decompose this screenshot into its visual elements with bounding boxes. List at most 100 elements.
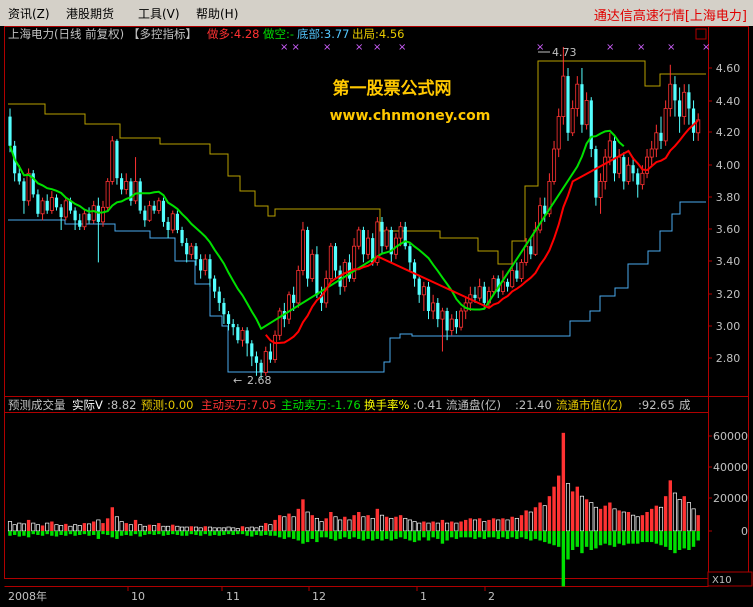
volume-bar <box>612 508 617 532</box>
sell-volume-bar <box>445 531 449 541</box>
sell-volume-bar <box>584 531 589 547</box>
volume-bar <box>77 525 82 532</box>
sell-volume-bar <box>324 531 328 538</box>
sell-volume-bar <box>152 531 156 535</box>
price-tick: 3.00 <box>716 320 741 333</box>
candle-body <box>96 205 100 222</box>
volume-bar <box>82 523 87 531</box>
candle-body <box>328 245 333 279</box>
volume-bar <box>464 519 468 531</box>
sell-volume-bar <box>380 531 384 541</box>
volume-bar <box>491 518 496 531</box>
sell-volume-bar <box>54 531 59 537</box>
volume-bar <box>654 505 659 531</box>
volume-bar <box>92 521 96 531</box>
float-shares-label: 流通盘(亿) <box>446 398 501 412</box>
candle-body <box>286 294 291 320</box>
exit-marker: × × <box>280 42 300 53</box>
sell-volume-bar <box>259 531 263 536</box>
long-value: 做多:4.28 <box>207 27 259 41</box>
sell-volume-bar <box>222 531 226 535</box>
candle-body <box>115 140 119 179</box>
volume-bar <box>547 496 552 531</box>
sell-volume-bar <box>138 531 142 537</box>
sell-volume-bar <box>157 531 161 535</box>
sell-volume-bar <box>278 531 282 538</box>
candle-body <box>622 157 626 182</box>
volume-bar <box>403 517 408 532</box>
sell-volume-bar <box>254 531 259 535</box>
volume-bar <box>640 515 645 531</box>
candle-body <box>594 149 598 198</box>
candle-body <box>152 205 156 211</box>
volume-bar <box>343 516 347 531</box>
volume-bar <box>357 512 361 531</box>
sell-volume-bar <box>412 531 417 543</box>
sell-volume-bar <box>464 531 468 538</box>
candle-body <box>250 343 254 357</box>
volume-bar <box>347 519 352 532</box>
candle-body <box>673 84 677 101</box>
volume-bar <box>264 523 268 531</box>
indicator-name[interactable]: 【多控指标】 <box>128 27 197 41</box>
sell-volume-bar <box>403 531 407 539</box>
volume-bar <box>157 523 161 531</box>
candle-body <box>22 181 26 201</box>
candle-body <box>213 278 217 292</box>
volume-bar <box>314 517 319 532</box>
candle-body <box>421 286 426 296</box>
sell-volume-bar <box>473 531 477 539</box>
volume-bar <box>324 518 328 531</box>
sell-volume-bar <box>82 531 87 535</box>
sell-volume-bar <box>557 531 561 547</box>
sell-volume-bar <box>375 531 380 539</box>
candle <box>589 97 593 158</box>
volume-bar <box>254 527 259 532</box>
candle-body <box>678 100 682 117</box>
volume-bar <box>152 525 157 532</box>
candle-body <box>473 294 477 299</box>
candle-body <box>110 140 115 182</box>
volume-bar <box>96 519 101 532</box>
volume-bar <box>305 511 310 532</box>
menu-tools[interactable]: 工具(V) <box>138 5 180 22</box>
sell-volume-bar <box>236 531 240 535</box>
candle-body <box>529 246 533 255</box>
volume-bar <box>557 475 561 531</box>
candle-body <box>120 178 124 190</box>
menu-hk-futures[interactable]: 港股期货 <box>66 5 114 22</box>
volume-bar <box>45 522 50 532</box>
candle <box>170 210 175 234</box>
candle-body <box>440 310 445 320</box>
sell-volume-bar <box>426 531 431 541</box>
sell-volume-bar <box>529 531 533 541</box>
candle <box>63 197 68 221</box>
sell-volume-bar <box>468 531 473 538</box>
candle-body <box>543 205 547 214</box>
volume-bar <box>431 521 435 531</box>
volume-bar <box>524 510 528 531</box>
candle-body <box>361 230 365 255</box>
sell-volume-bar <box>603 531 607 544</box>
sell-volume-bar <box>240 531 245 535</box>
candle-body <box>449 318 454 331</box>
menu-info[interactable]: 资讯(Z) <box>8 5 50 22</box>
sell-volume-bar <box>570 531 575 550</box>
candle-body <box>649 148 654 158</box>
sell-volume-bar <box>319 531 324 538</box>
volume-bar <box>677 498 682 532</box>
candle-body <box>73 210 77 221</box>
candle-body <box>431 302 436 312</box>
menu-help[interactable]: 帮助(H) <box>196 5 238 22</box>
exit-marker: × <box>355 42 363 53</box>
stock-chart[interactable]: 上海电力(日线 前复权) 【多控指标】 做多:4.28 做空:- 底部:3.77… <box>0 26 753 607</box>
price-tick: 3.20 <box>716 288 741 301</box>
time-label: 2 <box>488 590 495 603</box>
market-value-label: 流通市值(亿) <box>556 398 622 412</box>
candle <box>356 226 361 250</box>
sell-volume-bar <box>645 531 649 543</box>
candle <box>300 221 305 276</box>
price-tick: 3.40 <box>716 255 741 268</box>
exit-value: 出局:4.56 <box>352 27 404 41</box>
volume-bar <box>86 523 92 532</box>
